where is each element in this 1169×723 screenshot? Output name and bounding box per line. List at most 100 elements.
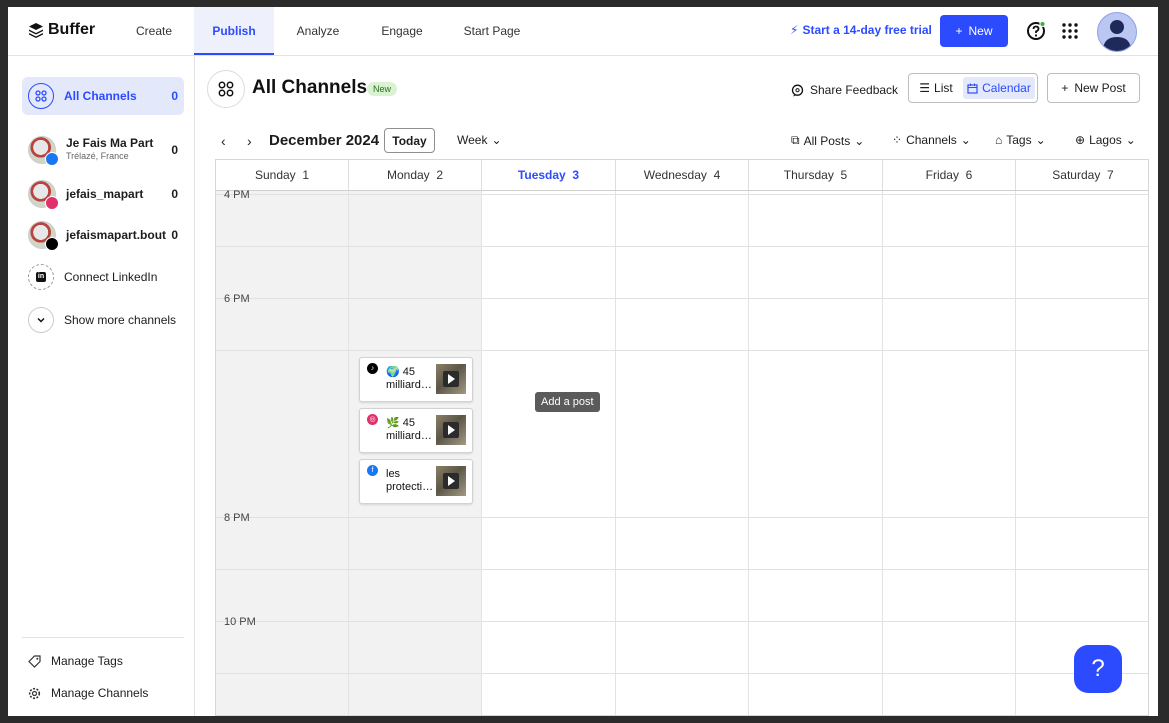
range-selector[interactable]: Week ⌄: [457, 133, 502, 147]
time-label: 8 PM: [224, 512, 250, 524]
chevron-down-icon: ⌄: [1035, 133, 1046, 147]
post-card[interactable]: ♪ 🌍 45 milliard…: [359, 357, 473, 402]
hour-line: [216, 673, 1148, 674]
hour-line: [216, 350, 1148, 351]
hour-line: [216, 194, 1148, 195]
sidebar-item-je-fais-ma-part[interactable]: Je Fais Ma Part Trélazé, France 0: [22, 133, 184, 167]
list-view-button[interactable]: ☰ List: [913, 77, 959, 99]
plus-icon: +: [955, 24, 963, 38]
day-header-sunday: Sunday 1: [216, 160, 349, 190]
new-post-label: New Post: [1074, 81, 1126, 95]
filter-tags[interactable]: ⌂ Tags ⌄: [995, 133, 1046, 147]
play-icon: [443, 371, 459, 387]
channel-name-block: Je Fais Ma Part Trélazé, France: [66, 137, 153, 163]
day-column-tuesday[interactable]: [482, 191, 616, 715]
nav-tab-engage[interactable]: Engage: [372, 7, 432, 55]
channel-avatar: [28, 180, 59, 210]
instagram-icon: ◎: [367, 414, 378, 425]
all-channels-icon: [28, 83, 54, 109]
range-label: Week: [457, 133, 488, 147]
new-button-label: New: [968, 24, 993, 38]
chevron-down-icon: ⌄: [854, 133, 865, 148]
sidebar-item-jefaismapart-bout[interactable]: jefaismapart.bout 0: [22, 218, 184, 252]
current-month: December 2024: [269, 132, 380, 149]
hour-line: [216, 246, 1148, 247]
previous-week-button[interactable]: ‹: [221, 133, 226, 149]
connect-linkedin-button[interactable]: in Connect LinkedIn: [22, 263, 184, 291]
apps-grid-icon[interactable]: [1061, 22, 1079, 40]
globe-icon: ⊕: [1075, 133, 1086, 147]
free-trial-link[interactable]: ⚡ Start a 14-day free trial: [790, 23, 932, 37]
new-post-button[interactable]: + New Post: [1047, 73, 1140, 103]
channel-count: 0: [171, 228, 178, 242]
post-card[interactable]: f les protecti…: [359, 459, 473, 504]
manage-tags-link[interactable]: Manage Tags: [28, 654, 123, 668]
time-label: 4 PM: [224, 189, 250, 201]
buffer-logo[interactable]: Buffer: [28, 21, 95, 39]
next-week-button[interactable]: ›: [247, 133, 252, 149]
share-feedback-button[interactable]: Share Feedback: [791, 83, 898, 97]
nav-tab-start-page[interactable]: Start Page: [456, 7, 528, 55]
nav-tab-publish[interactable]: Publish: [194, 7, 274, 55]
list-view-label: List: [934, 81, 953, 95]
user-avatar[interactable]: [1097, 12, 1137, 52]
channel-avatar: [28, 136, 59, 166]
day-column-monday[interactable]: [349, 191, 482, 715]
channel-name: Je Fais Ma Part: [66, 136, 154, 150]
day-column-friday[interactable]: [883, 191, 1016, 715]
chevron-down-icon: ⌄: [491, 133, 502, 147]
play-icon: [443, 422, 459, 438]
channels-sidebar: All Channels 0 Je Fais Ma Part Trélazé, …: [8, 56, 195, 716]
post-card[interactable]: ◎ 🌿 45 milliard…: [359, 408, 473, 453]
channels-icon: ⁘: [892, 133, 903, 147]
video-thumbnail: [436, 415, 466, 445]
nav-tab-create[interactable]: Create: [124, 7, 184, 55]
post-preview-text: 🌿 45 milliard…: [386, 417, 432, 442]
time-label: 6 PM: [224, 293, 250, 305]
manage-tags-label: Manage Tags: [51, 654, 123, 668]
day-column-thursday[interactable]: [749, 191, 883, 715]
channel-name: jefais_mapart: [66, 186, 144, 201]
user-silhouette-icon: [1103, 20, 1131, 51]
sidebar-item-all-channels[interactable]: All Channels 0: [22, 77, 184, 115]
plus-icon: +: [1061, 81, 1069, 95]
tag-icon: [28, 654, 41, 668]
channel-count: 0: [171, 187, 178, 201]
help-chat-button[interactable]: ?: [1074, 645, 1122, 693]
filter-all-posts[interactable]: ⧉ All Posts ⌄: [791, 133, 864, 148]
video-thumbnail: [436, 364, 466, 394]
sidebar-item-jefais-mapart[interactable]: jefais_mapart 0: [22, 177, 184, 211]
filter-channels[interactable]: ⁘ Channels ⌄: [892, 133, 971, 147]
chevron-down-icon: ⌄: [1125, 133, 1136, 147]
instagram-icon: [45, 196, 59, 210]
main-content: All Channels New Share Feedback ☰ List C…: [195, 56, 1158, 716]
channel-location: Trélazé, France: [66, 151, 129, 161]
day-header-saturday: Saturday 7: [1052, 168, 1114, 182]
day-header-friday: Friday 6: [883, 160, 1016, 190]
today-button[interactable]: Today: [384, 128, 435, 153]
filter-timezone[interactable]: ⊕ Lagos ⌄: [1075, 133, 1136, 147]
channel-name: jefaismapart.bout: [66, 227, 167, 242]
list-icon: ☰: [919, 81, 931, 95]
logo-text: Buffer: [48, 21, 96, 38]
calendar-view-button[interactable]: Calendar: [963, 77, 1035, 99]
buffer-app-window: Buffer Create Publish Analyze Engage Sta…: [8, 7, 1158, 716]
day-column-sunday[interactable]: [216, 191, 349, 715]
day-column-saturday[interactable]: [1016, 191, 1148, 715]
share-feedback-label: Share Feedback: [810, 83, 899, 97]
new-button[interactable]: + New: [940, 15, 1008, 47]
filter-label: Channels: [906, 133, 957, 147]
manage-channels-label: Manage Channels: [51, 686, 149, 700]
chevron-down-icon: [28, 307, 54, 333]
day-header-monday: Monday 2: [349, 160, 482, 190]
manage-channels-link[interactable]: Manage Channels: [28, 686, 148, 700]
channel-count: 0: [171, 89, 178, 103]
time-label: 10 PM: [224, 616, 256, 628]
lightning-icon: ⚡: [790, 23, 799, 37]
show-more-channels-button[interactable]: Show more channels: [22, 306, 184, 334]
add-post-tooltip: Add a post: [535, 392, 600, 412]
help-icon[interactable]: [1026, 21, 1046, 41]
day-column-wednesday[interactable]: [616, 191, 749, 715]
new-badge: New: [367, 82, 398, 96]
nav-tab-analyze[interactable]: Analyze: [288, 7, 348, 55]
